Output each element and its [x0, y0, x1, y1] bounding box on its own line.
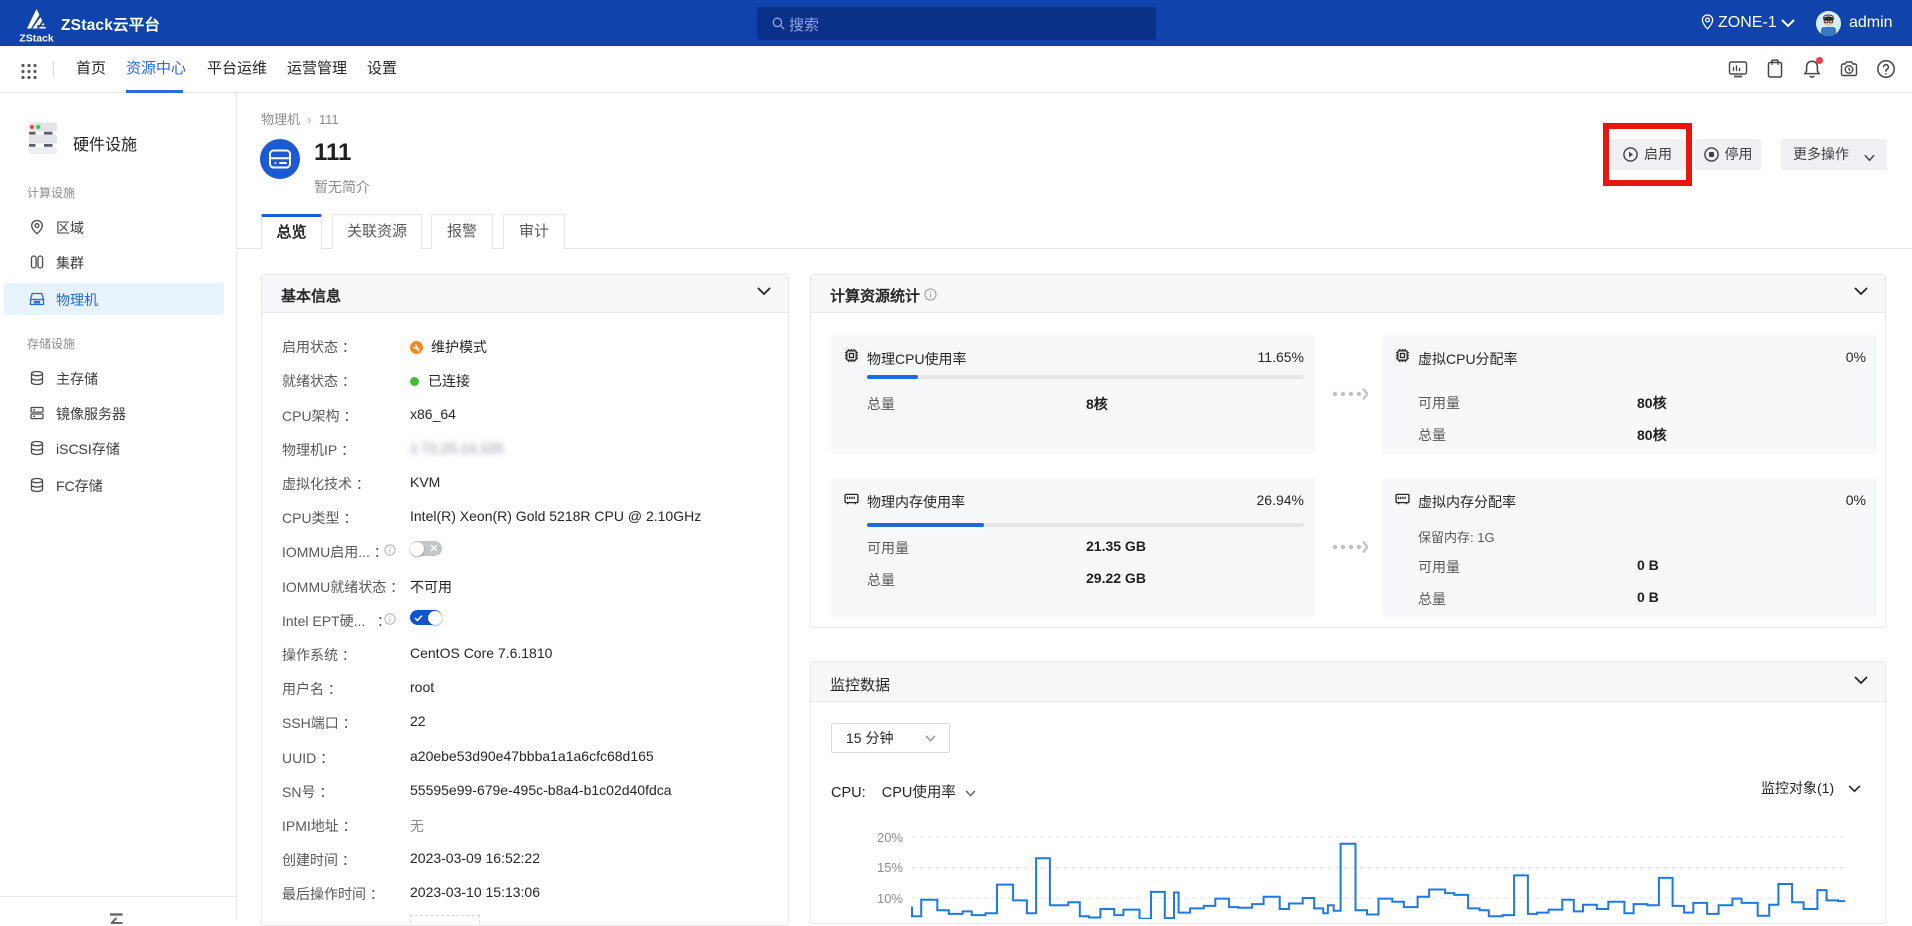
svg-text:15%: 15%	[877, 860, 903, 875]
svg-text:20%: 20%	[877, 830, 903, 845]
svg-text:10%: 10%	[877, 891, 903, 906]
svg-text:ZStack: ZStack	[19, 33, 54, 45]
